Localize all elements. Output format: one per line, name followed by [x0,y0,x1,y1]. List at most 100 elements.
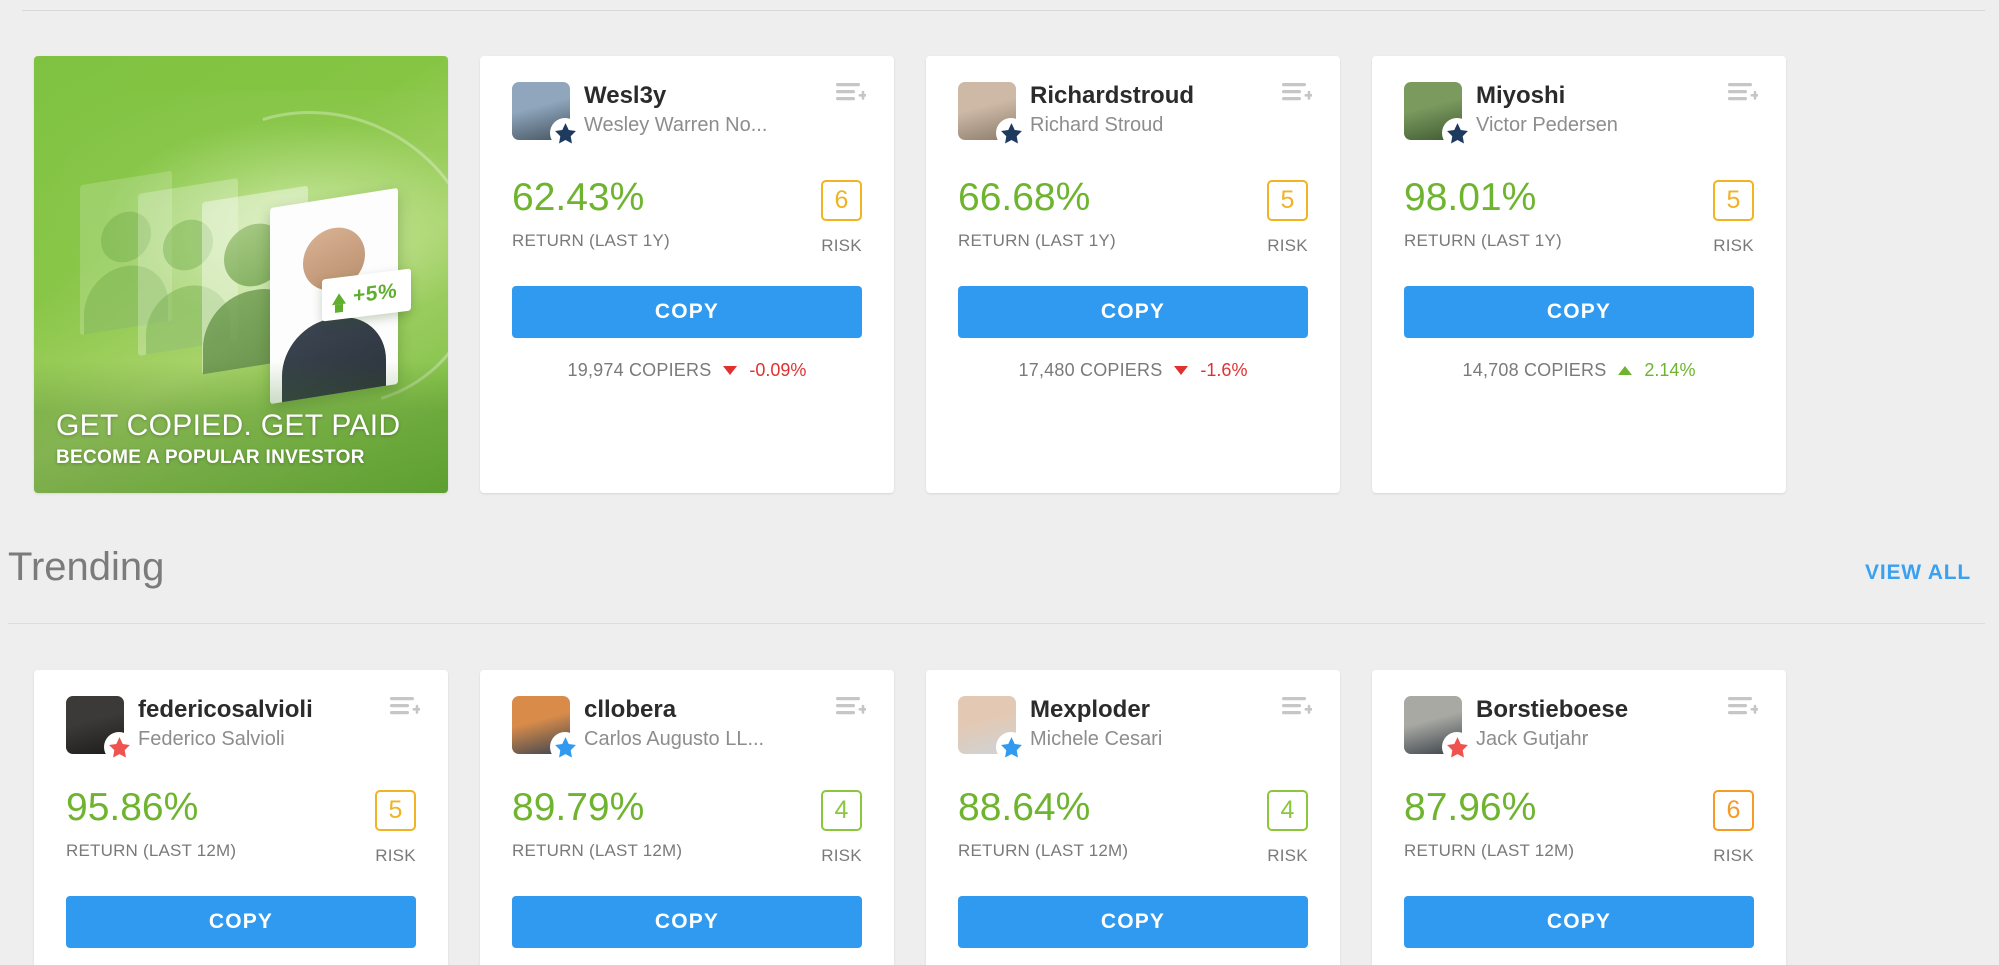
copiers-change: -0.09% [749,360,807,380]
investor-stats: 98.01% RETURN (LAST 1Y) 5 RISK [1404,178,1754,256]
add-to-list-icon[interactable] [1728,82,1758,104]
avatar-wrapper[interactable] [1404,696,1472,762]
copy-button[interactable]: COPY [1404,896,1754,948]
add-to-list-icon[interactable] [390,696,420,718]
promo-text: GET COPIED. GET PAID BECOME A POPULAR IN… [56,409,400,469]
return-label: RETURN (LAST 12M) [1404,841,1575,860]
avatar-wrapper[interactable] [66,696,134,762]
trend-up-icon [1618,366,1633,375]
copiers-change: -1.6% [1200,360,1248,380]
star-badge-icon [550,118,580,148]
return-label: RETURN (LAST 1Y) [1404,231,1562,250]
return-label: RETURN (LAST 1Y) [512,231,670,250]
investor-stats: 88.64% RETURN (LAST 12M) 4 RISK [958,788,1308,866]
investor-stats: 66.68% RETURN (LAST 1Y) 5 RISK [958,178,1308,256]
copy-button[interactable]: COPY [958,896,1308,948]
copy-button[interactable]: COPY [512,286,862,338]
add-to-list-icon[interactable] [1728,696,1758,718]
section-divider [8,623,1985,624]
investor-card-header: Mexploder Michele Cesari [958,696,1308,762]
return-col: 66.68% RETURN (LAST 1Y) [958,178,1116,251]
add-to-list-icon[interactable] [836,696,866,718]
star-badge-icon [996,732,1026,762]
return-value: 98.01% [1404,176,1537,219]
investor-name-block: federicosalvioli Federico Salvioli [138,696,416,752]
risk-badge: 5 [375,790,416,831]
return-col: 87.96% RETURN (LAST 12M) [1404,788,1574,861]
copiers-row: 14,708 COPIERS 2.14% [1404,360,1754,381]
return-col: 98.01% RETURN (LAST 1Y) [1404,178,1562,251]
risk-label: RISK [375,846,416,865]
investor-card-header: Richardstroud Richard Stroud [958,82,1308,148]
investor-card-header: federicosalvioli Federico Salvioli [66,696,416,762]
investor-card[interactable]: cllobera Carlos Augusto LL... 89.79% RET… [480,670,894,965]
investor-stats: 87.96% RETURN (LAST 12M) 6 RISK [1404,788,1754,866]
view-all-link[interactable]: VIEW ALL [1865,561,1971,585]
investor-username: Richardstroud [1030,83,1195,109]
promo-banner[interactable]: +5% GET COPIED. GET PAID BECOME A POPULA… [34,56,448,493]
investor-fullname: Federico Salvioli [138,727,285,750]
top-divider [22,10,1985,11]
risk-badge: 4 [821,790,862,831]
return-label: RETURN (LAST 12M) [512,841,683,860]
trending-header: Trending VIEW ALL [0,545,1999,624]
risk-col: 5 RISK [1713,178,1754,256]
investor-card[interactable]: Borstieboese Jack Gutjahr 87.96% RETURN … [1372,670,1786,965]
investor-stats: 89.79% RETURN (LAST 12M) 4 RISK [512,788,862,866]
return-value: 88.64% [958,786,1091,829]
return-col: 95.86% RETURN (LAST 12M) [66,788,236,861]
return-col: 62.43% RETURN (LAST 1Y) [512,178,670,251]
promo-badge-pct: +5% [353,279,398,308]
return-col: 88.64% RETURN (LAST 12M) [958,788,1128,861]
risk-label: RISK [1713,236,1754,255]
investor-card[interactable]: Wesl3y Wesley Warren No... 62.43% RETURN… [480,56,894,493]
avatar-wrapper[interactable] [1404,82,1472,148]
copy-button[interactable]: COPY [958,286,1308,338]
copy-button[interactable]: COPY [66,896,416,948]
promo-title: GET COPIED. GET PAID [56,409,401,442]
avatar-wrapper[interactable] [958,82,1026,148]
investor-card[interactable]: Miyoshi Victor Pedersen 98.01% RETURN (L… [1372,56,1786,493]
investor-fullname: Richard Stroud [1030,113,1164,136]
copy-button[interactable]: COPY [512,896,862,948]
risk-badge: 4 [1267,790,1308,831]
investor-card-header: Wesl3y Wesley Warren No... [512,82,862,148]
add-to-list-icon[interactable] [1282,696,1312,718]
investor-fullname: Carlos Augusto LL... [584,727,765,750]
risk-badge: 5 [1267,180,1308,221]
copiers-row: 17,480 COPIERS -1.6% [958,360,1308,381]
star-badge-icon [104,732,134,762]
risk-badge: 5 [1713,180,1754,221]
add-to-list-icon[interactable] [836,82,866,104]
trending-row: federicosalvioli Federico Salvioli 95.86… [34,670,1786,965]
investor-fullname: Jack Gutjahr [1476,727,1589,750]
star-badge-icon [550,732,580,762]
avatar-wrapper[interactable] [512,696,580,762]
avatar-wrapper[interactable] [958,696,1026,762]
risk-label: RISK [821,236,862,255]
up-arrow-icon [332,292,346,305]
investor-card[interactable]: federicosalvioli Federico Salvioli 95.86… [34,670,448,965]
page-title: Trending [8,545,165,589]
investor-name-block: Richardstroud Richard Stroud [1030,82,1308,138]
copy-button[interactable]: COPY [1404,286,1754,338]
risk-badge: 6 [1713,790,1754,831]
investor-card-header: cllobera Carlos Augusto LL... [512,696,862,762]
investor-card[interactable]: Mexploder Michele Cesari 88.64% RETURN (… [926,670,1340,965]
risk-col: 5 RISK [375,788,416,866]
risk-label: RISK [1267,236,1308,255]
investor-card[interactable]: Richardstroud Richard Stroud 66.68% RETU… [926,56,1340,493]
return-label: RETURN (LAST 12M) [66,841,237,860]
copiers-change: 2.14% [1644,360,1696,380]
risk-badge: 6 [821,180,862,221]
avatar-wrapper[interactable] [512,82,580,148]
return-label: RETURN (LAST 12M) [958,841,1129,860]
risk-col: 4 RISK [821,788,862,866]
return-label: RETURN (LAST 1Y) [958,231,1116,250]
return-value: 89.79% [512,786,645,829]
investor-fullname: Victor Pedersen [1476,113,1618,136]
investor-username: cllobera [584,697,677,723]
investor-username: Borstieboese [1476,697,1629,723]
risk-col: 6 RISK [1713,788,1754,866]
add-to-list-icon[interactable] [1282,82,1312,104]
